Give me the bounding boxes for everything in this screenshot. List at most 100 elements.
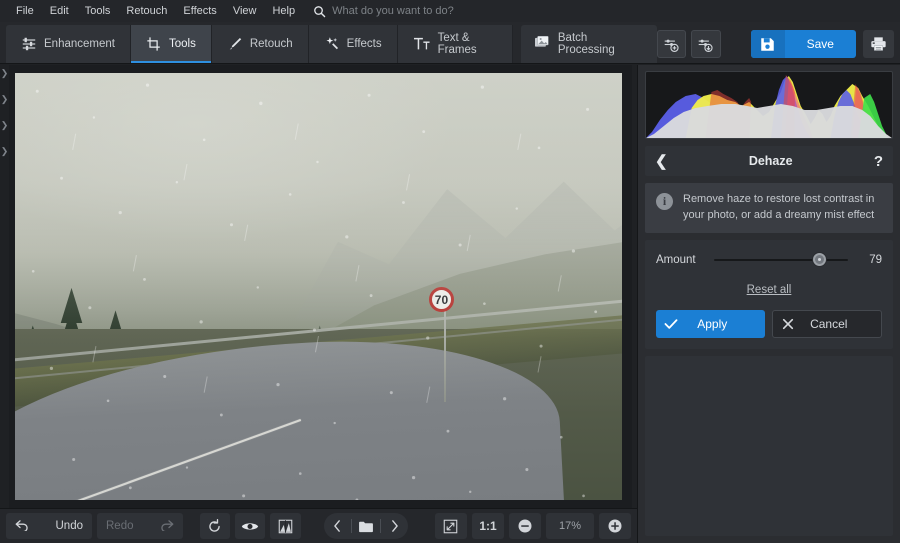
search-icon	[313, 5, 326, 18]
expand-chevron-icon-1[interactable]: ❯	[1, 69, 9, 78]
menu-item-effects[interactable]: Effects	[175, 3, 224, 20]
controls-box: Amount 79 Reset all Apply Cancel	[645, 239, 893, 349]
photos-stack-icon	[534, 35, 551, 53]
panel-header: ❮ Dehaze ?	[645, 146, 893, 176]
photo-preview[interactable]: 70	[15, 73, 622, 500]
next-image-button[interactable]	[381, 513, 408, 539]
bottom-toolbar: Undo Redo 1:1 17%	[0, 508, 637, 543]
expand-chevron-icon-3[interactable]: ❯	[1, 121, 9, 130]
lane-marking-left	[15, 419, 301, 500]
tab-label: Tools	[168, 38, 196, 50]
question-mark-icon[interactable]: ?	[874, 154, 883, 169]
check-icon	[656, 318, 686, 330]
sliders-icon	[21, 36, 37, 52]
main-toolbar: Enhancement Tools Retouch Effects Text &…	[0, 22, 900, 64]
tab-tools[interactable]: Tools	[130, 25, 212, 63]
preset-load-icon	[699, 39, 714, 52]
zoom-in-button[interactable]	[598, 513, 631, 539]
menu-item-help[interactable]: Help	[264, 3, 303, 20]
tab-text-and-frames[interactable]: Text & Frames	[397, 25, 513, 63]
tab-enhancement[interactable]: Enhancement	[6, 25, 131, 63]
printer-icon	[871, 37, 886, 51]
tab-label: Enhancement	[44, 38, 115, 50]
previous-image-button[interactable]	[324, 513, 351, 539]
panel-empty-space	[645, 355, 893, 536]
zoom-out-button[interactable]	[508, 513, 541, 539]
open-folder-button[interactable]	[352, 513, 379, 539]
cancel-button[interactable]: Cancel	[771, 309, 882, 338]
batch-processing-button[interactable]: Batch Processing	[520, 25, 658, 63]
right-sidebar: ❮ Dehaze ? i Remove haze to restore lost…	[637, 65, 900, 543]
tab-label: Retouch	[249, 38, 293, 50]
preset-add-icon	[664, 39, 679, 52]
undo-label: Undo	[55, 520, 84, 532]
plus-circle-icon	[608, 519, 622, 533]
actual-size-button[interactable]: 1:1	[471, 513, 504, 539]
menu-item-edit[interactable]: Edit	[42, 3, 77, 20]
info-banner: i Remove haze to restore lost contrast i…	[645, 183, 893, 233]
undo-button[interactable]: Undo	[6, 513, 92, 539]
fit-to-screen-button[interactable]	[434, 513, 467, 539]
crop-icon	[146, 36, 162, 52]
chevron-left-icon	[334, 520, 340, 532]
menu-item-view[interactable]: View	[225, 3, 265, 20]
image-canvas-area[interactable]: 70	[9, 65, 632, 508]
tab-label: Effects	[346, 38, 382, 50]
menu-item-retouch[interactable]: Retouch	[118, 3, 175, 20]
fit-screen-icon	[444, 519, 458, 533]
search-box[interactable]: What do you want to do?	[313, 5, 454, 18]
amount-slider-row: Amount 79	[656, 253, 882, 267]
expand-chevron-icon-4[interactable]: ❯	[1, 147, 9, 156]
sign-post	[443, 299, 446, 402]
tab-effects[interactable]: Effects	[308, 25, 398, 63]
brush-icon	[227, 36, 243, 52]
left-panel-handles: ❯ ❯ ❯ ❯	[0, 65, 9, 505]
reset-all-link[interactable]: Reset all	[747, 284, 792, 296]
expand-chevron-icon-2[interactable]: ❯	[1, 95, 9, 104]
zoom-controls: 1:1 17%	[434, 513, 631, 539]
search-placeholder: What do you want to do?	[332, 5, 454, 17]
tab-strip: Enhancement Tools Retouch Effects Text &…	[6, 25, 513, 63]
actual-size-label: 1:1	[479, 519, 497, 533]
photo-editor-window: File Edit Tools Retouch Effects View Hel…	[0, 0, 900, 543]
floppy-disk-icon	[750, 30, 785, 58]
info-icon: i	[656, 193, 673, 210]
undo-arrow-icon	[15, 519, 30, 534]
redo-label: Redo	[106, 520, 134, 532]
apply-button[interactable]: Apply	[656, 309, 765, 338]
print-button[interactable]	[862, 30, 895, 58]
panel-title: Dehaze	[748, 154, 793, 168]
menu-item-file[interactable]: File	[8, 3, 42, 20]
minus-circle-icon	[518, 519, 532, 533]
tab-label: Text & Frames	[437, 32, 477, 56]
tab-retouch[interactable]: Retouch	[211, 25, 309, 63]
preset-load-button[interactable]	[691, 30, 721, 58]
apply-label: Apply	[697, 316, 728, 331]
magic-wand-icon	[324, 36, 340, 52]
folder-icon	[358, 521, 373, 532]
revert-icon	[209, 518, 221, 532]
histogram-chart	[646, 75, 892, 138]
chevron-left-icon[interactable]: ❮	[655, 154, 668, 169]
save-label: Save	[806, 37, 834, 51]
text-icon	[413, 36, 431, 52]
reset-button[interactable]	[199, 513, 230, 539]
before-after-icon	[278, 519, 293, 533]
before-after-button[interactable]	[270, 513, 301, 539]
menu-item-tools[interactable]: Tools	[77, 3, 119, 20]
preview-toggle-button[interactable]	[234, 513, 266, 539]
redo-arrow-icon	[159, 519, 174, 534]
amount-slider-value: 79	[869, 253, 882, 266]
slider-handle[interactable]	[813, 253, 827, 267]
zoom-level-display[interactable]: 17%	[545, 513, 594, 539]
chevron-right-icon	[391, 520, 398, 532]
info-text: Remove haze to restore lost contrast in …	[683, 193, 875, 221]
close-x-icon	[773, 318, 803, 330]
preset-add-button[interactable]	[657, 30, 687, 58]
reset-row: Reset all	[656, 280, 882, 298]
amount-slider-label: Amount	[656, 253, 696, 266]
eye-icon	[241, 522, 259, 530]
save-button[interactable]: Save	[750, 30, 856, 58]
amount-slider[interactable]	[714, 253, 848, 267]
redo-button[interactable]: Redo	[97, 513, 183, 539]
